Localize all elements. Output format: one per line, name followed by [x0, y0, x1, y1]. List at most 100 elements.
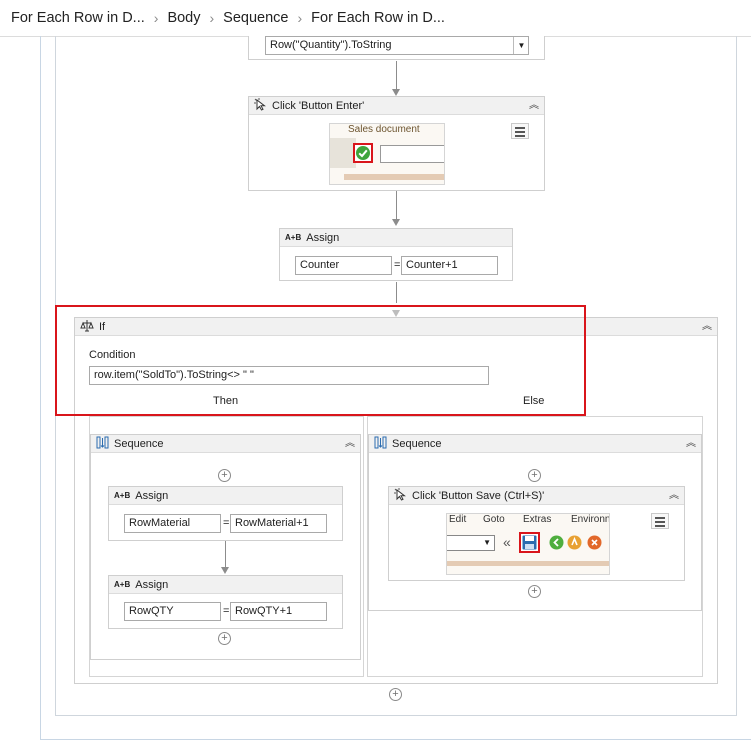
activity-header: Sequence	[91, 435, 360, 453]
collapse-icon[interactable]: ︽	[702, 321, 712, 333]
else-label: Else	[523, 395, 545, 407]
collapse-icon[interactable]: ︽	[345, 438, 355, 450]
screenshot-toolbar: Sales document	[330, 124, 444, 138]
sequence-icon	[374, 436, 387, 452]
assign-to-field[interactable]: RowMaterial	[124, 514, 221, 533]
then-sequence[interactable]: Sequence ︽ + A+B Assign RowMaterial = Ro…	[90, 434, 361, 660]
assign-to-field[interactable]: RowQTY	[124, 602, 221, 621]
quantity-expression-value: Row("Quantity").ToString	[270, 39, 392, 51]
assign-value-text: RowQTY+1	[235, 605, 293, 617]
menu-icon[interactable]	[511, 123, 529, 139]
add-activity-icon[interactable]: +	[218, 632, 231, 645]
sequence-icon	[96, 436, 109, 452]
assign-to-field[interactable]: Counter	[295, 256, 392, 275]
activity-header: A+B Assign	[109, 487, 342, 505]
sales-document-label: Sales document	[348, 124, 420, 135]
save-icon	[522, 535, 537, 550]
add-activity-icon[interactable]: +	[218, 469, 231, 482]
activity-title: If	[99, 320, 106, 333]
activity-header: Click 'Button Save (Ctrl+S)'	[389, 487, 684, 505]
assign-counter-activity[interactable]: A+B Assign Counter = Counter+1	[279, 228, 513, 281]
cancel-icon	[587, 535, 602, 550]
activity-header: A+B Assign	[109, 576, 342, 594]
flow-arrow-icon	[392, 310, 400, 317]
previous-activity-card: Row("Quantity").ToString ▼	[248, 36, 545, 60]
breadcrumb-item-foreach-2[interactable]: For Each Row in D...	[311, 10, 445, 26]
add-activity-icon[interactable]: +	[389, 688, 402, 701]
assign-to-value: RowMaterial	[129, 517, 191, 529]
exit-icon	[567, 535, 582, 550]
activity-title: Click 'Button Save (Ctrl+S)'	[412, 489, 545, 502]
back-icon	[549, 535, 564, 550]
activity-title: Click 'Button Enter'	[272, 99, 365, 112]
menu-edit: Edit	[449, 514, 467, 525]
double-chevron-icon: «	[503, 534, 511, 550]
assign-rowqty-activity[interactable]: A+B Assign RowQTY = RowQTY+1	[108, 575, 343, 629]
check-icon	[356, 146, 370, 160]
target-highlight	[353, 143, 373, 163]
click-save-activity[interactable]: Click 'Button Save (Ctrl+S)' ︽ Edit Goto…	[388, 486, 685, 581]
then-label: Then	[213, 395, 239, 407]
assign-value-field[interactable]: RowMaterial+1	[230, 514, 327, 533]
assign-icon: A+B	[114, 491, 131, 500]
collapse-icon[interactable]: ︽	[529, 100, 539, 112]
assign-value-field[interactable]: RowQTY+1	[230, 602, 327, 621]
activity-header: If	[75, 318, 717, 336]
condition-input[interactable]: row.item("SoldTo").ToString<> " "	[89, 366, 489, 385]
activity-title: Sequence	[392, 437, 442, 450]
assign-value-text: RowMaterial+1	[235, 517, 309, 529]
screenshot-strip	[344, 174, 444, 180]
activity-title: Assign	[306, 231, 340, 244]
breadcrumb-item-foreach-1[interactable]: For Each Row in D...	[11, 10, 145, 26]
flow-connector	[225, 541, 226, 567]
assign-value-text: Counter+1	[406, 259, 458, 271]
activity-header: Click 'Button Enter'	[249, 97, 544, 115]
flow-connector	[396, 61, 397, 89]
chevron-right-icon: ›	[297, 10, 303, 26]
add-activity-icon[interactable]: +	[528, 469, 541, 482]
flow-connector	[396, 191, 397, 219]
activity-title: Assign	[135, 578, 169, 591]
if-icon	[80, 319, 94, 335]
add-activity-icon[interactable]: +	[528, 585, 541, 598]
target-screenshot: Edit Goto Extras Environn ▼ «	[446, 513, 610, 575]
activity-header: A+B Assign	[280, 229, 512, 247]
menu-environment: Environn	[571, 514, 610, 525]
else-sequence[interactable]: Sequence ︽ + Click 'Button Save (Ctrl+S)…	[368, 434, 702, 611]
assign-icon: A+B	[285, 233, 302, 242]
assign-rowmaterial-activity[interactable]: A+B Assign RowMaterial = RowMaterial+1	[108, 486, 343, 541]
chevron-right-icon: ›	[209, 10, 215, 26]
flow-arrow-icon	[221, 567, 229, 574]
equals-sign: =	[394, 259, 401, 271]
assign-value-field[interactable]: Counter+1	[401, 256, 498, 275]
click-activity-icon	[254, 97, 267, 114]
equals-sign: =	[223, 517, 230, 529]
click-enter-activity[interactable]: Click 'Button Enter' ︽ Sales document	[248, 96, 545, 191]
breadcrumb-item-body[interactable]: Body	[167, 10, 200, 26]
flow-connector	[396, 282, 397, 303]
equals-sign: =	[223, 605, 230, 617]
menu-icon[interactable]	[651, 513, 669, 529]
condition-value: row.item("SoldTo").ToString<> " "	[94, 369, 254, 381]
menu-goto: Goto	[483, 514, 505, 525]
dropdown-arrow-icon[interactable]: ▼	[513, 37, 529, 54]
screenshot-input	[380, 145, 444, 163]
click-activity-icon	[394, 487, 407, 504]
breadcrumb-item-sequence[interactable]: Sequence	[223, 10, 288, 26]
flow-arrow-icon	[392, 89, 400, 96]
quantity-expression-select[interactable]: Row("Quantity").ToString	[265, 36, 529, 55]
activity-header: Sequence	[369, 435, 701, 453]
screenshot-menu-bar: Edit Goto Extras Environn	[447, 514, 610, 527]
activity-title: Assign	[135, 489, 169, 502]
assign-to-value: Counter	[300, 259, 340, 271]
assign-to-value: RowQTY	[129, 605, 174, 617]
assign-icon: A+B	[114, 580, 131, 589]
menu-extras: Extras	[523, 514, 552, 525]
target-screenshot: Sales document	[329, 123, 445, 185]
collapse-icon[interactable]: ︽	[686, 438, 696, 450]
screenshot-strip	[447, 561, 609, 566]
flow-arrow-icon	[392, 219, 400, 226]
screenshot-command-field: ▼	[447, 535, 495, 551]
chevron-right-icon: ›	[153, 10, 159, 26]
collapse-icon[interactable]: ︽	[669, 490, 679, 502]
